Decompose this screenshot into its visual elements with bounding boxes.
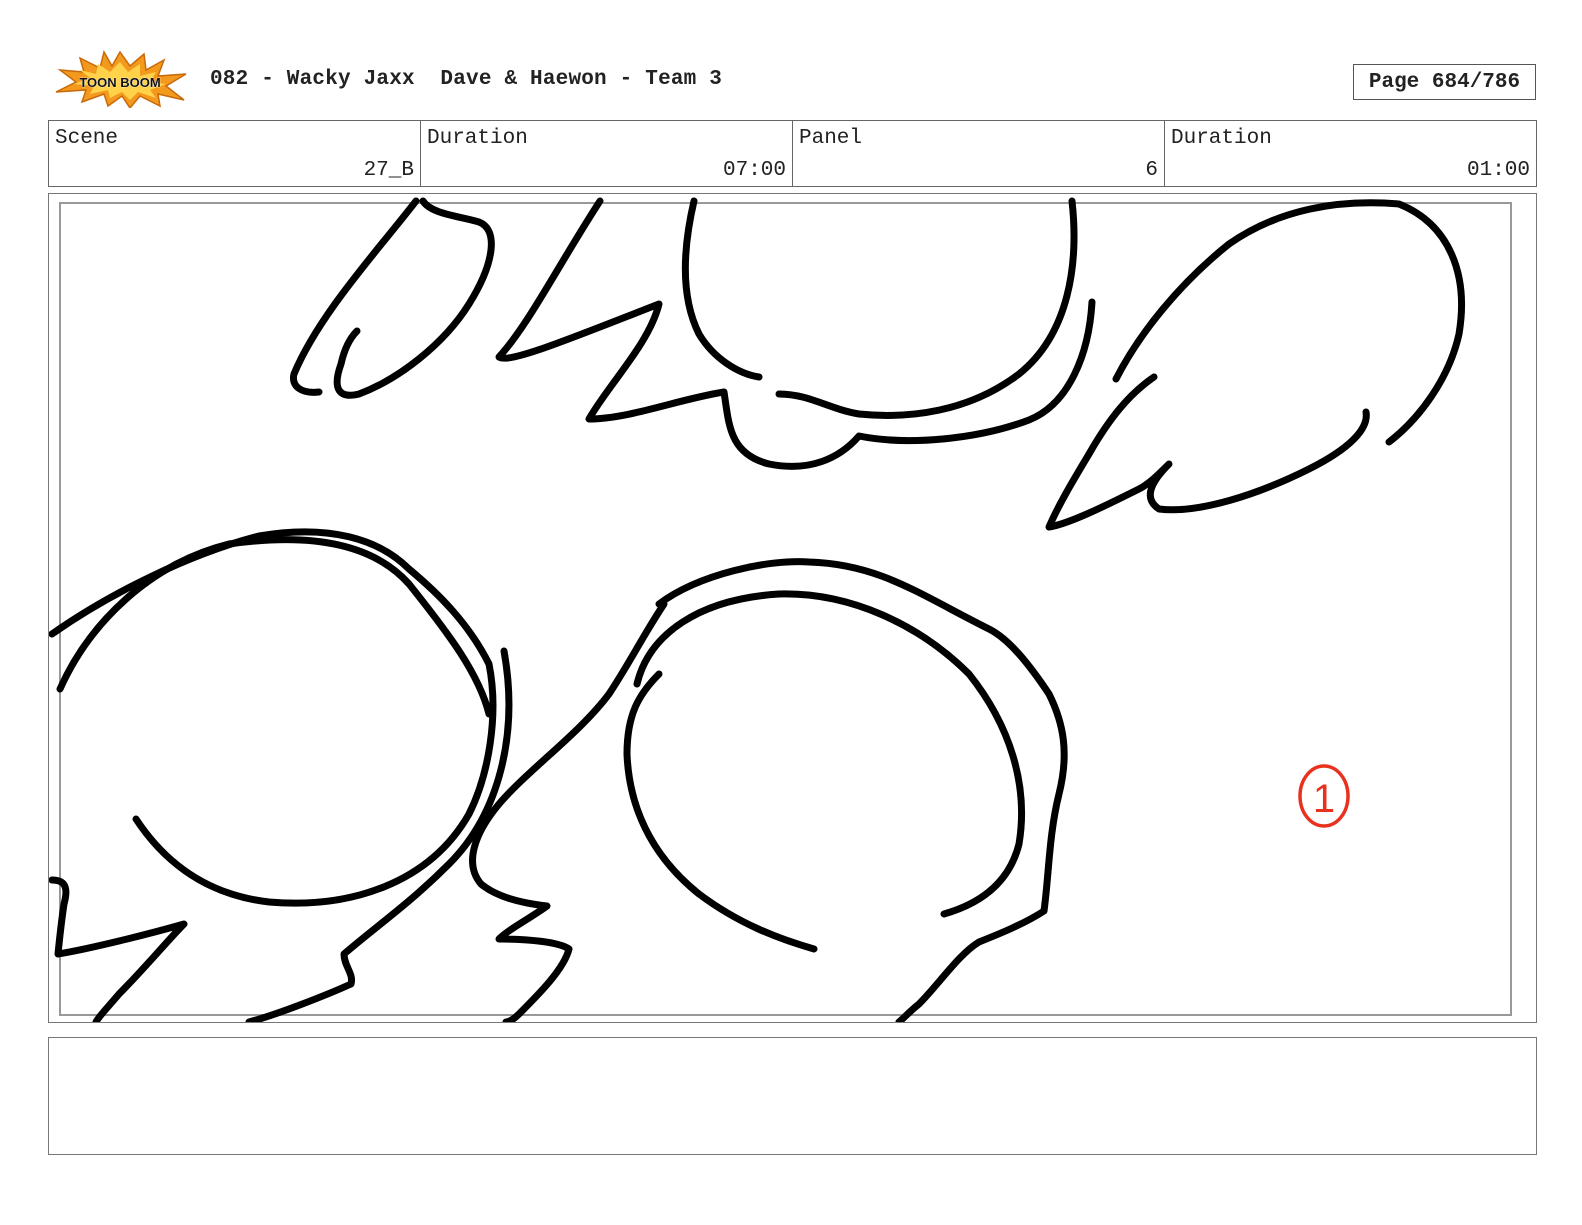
toon-boom-logo: TOON BOOM — [55, 50, 187, 108]
scene-duration-label: Duration — [427, 127, 528, 150]
storyboard-panel: 1 — [48, 193, 1537, 1023]
panel-notes-box — [48, 1037, 1537, 1155]
panel-value: 6 — [1145, 159, 1158, 182]
scene-value: 27_B — [363, 159, 414, 182]
panel-label: Panel — [799, 127, 863, 150]
scene-label: Scene — [55, 127, 119, 150]
page-number: Page 684/786 — [1353, 64, 1536, 100]
sketch-head-bottom-center — [655, 558, 1068, 1022]
sketch-head-bottom-left — [49, 528, 497, 907]
document-title: 082 - Wacky Jaxx Dave & Haewon - Team 3 — [210, 68, 723, 91]
panel-drawing: 1 — [49, 197, 1512, 1022]
annotation-number: 1 — [1313, 777, 1335, 821]
logo-text: TOON BOOM — [79, 75, 160, 90]
panel-duration-cell: Duration 01:00 — [1165, 121, 1536, 186]
panel-duration-label: Duration — [1171, 127, 1272, 150]
panel-duration-value: 01:00 — [1466, 159, 1530, 182]
scene-cell: Scene 27_B — [49, 121, 421, 186]
sketch-hand-top-right — [1112, 199, 1465, 446]
info-table: Scene 27_B Duration 07:00 Panel 6 Durati… — [48, 120, 1537, 187]
sketch-head-top-center — [495, 197, 1096, 470]
sketch-hand-top-left — [289, 197, 420, 396]
panel-cell: Panel 6 — [793, 121, 1165, 186]
scene-duration-cell: Duration 07:00 — [421, 121, 793, 186]
scene-duration-value: 07:00 — [722, 159, 786, 182]
